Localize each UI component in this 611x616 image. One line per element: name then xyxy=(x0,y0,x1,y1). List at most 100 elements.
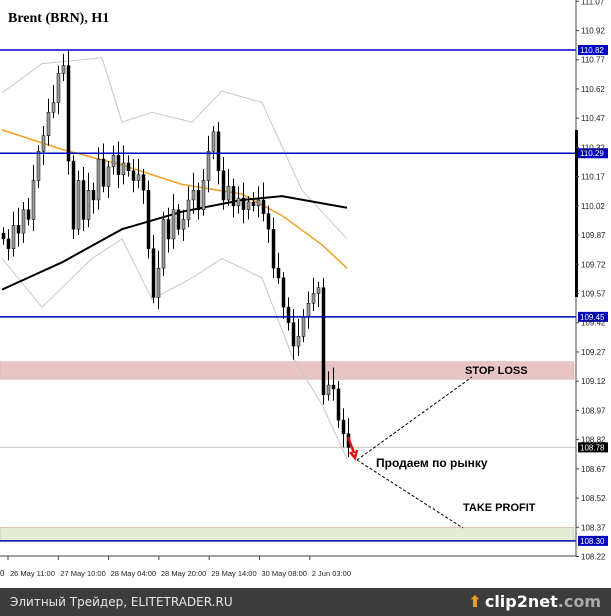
candle xyxy=(261,182,266,222)
candle-body xyxy=(106,166,111,187)
candle-body xyxy=(316,287,321,294)
candle xyxy=(106,161,111,199)
candle xyxy=(86,172,91,228)
level-price-label: 110.82 xyxy=(580,46,604,55)
candle xyxy=(61,53,66,82)
candle xyxy=(81,166,86,232)
candle-body xyxy=(166,219,171,240)
y-tick-label: 108.97 xyxy=(581,406,606,415)
candle xyxy=(336,381,341,428)
candle-body xyxy=(141,174,146,191)
y-tick-label: 110.17 xyxy=(581,173,605,182)
candle xyxy=(41,125,46,165)
candle-body xyxy=(281,277,286,308)
candle-body xyxy=(286,306,291,323)
candle xyxy=(96,147,101,210)
candle xyxy=(56,65,61,115)
candle-body xyxy=(156,267,161,298)
candle xyxy=(341,408,346,448)
candle xyxy=(136,159,141,189)
y-tick-label: 109.87 xyxy=(581,231,606,240)
y-tick-label: 111.07 xyxy=(581,0,605,6)
upload-arrow-icon: ⬆ xyxy=(468,592,482,611)
candle-body xyxy=(61,65,66,74)
candle-body xyxy=(151,248,156,298)
candle xyxy=(266,205,271,243)
candle-body xyxy=(176,209,181,230)
candle-body xyxy=(101,158,106,187)
y-tick-label: 110.92 xyxy=(581,27,605,36)
y-tick-label: 108.67 xyxy=(581,465,606,474)
candle xyxy=(51,85,56,119)
candle-body xyxy=(116,154,121,175)
candle-body xyxy=(276,267,281,279)
candle-body xyxy=(216,131,221,172)
candle xyxy=(276,252,281,284)
candle-body xyxy=(321,287,326,396)
candle xyxy=(281,272,286,319)
level-price-label: 108.30 xyxy=(580,537,605,546)
candle-body xyxy=(11,225,16,249)
sell-at-market-label: Продаем по рынку xyxy=(376,456,488,470)
candle xyxy=(316,281,321,308)
candle-body xyxy=(171,209,176,240)
candle-body xyxy=(266,213,271,230)
candle-body xyxy=(36,151,41,181)
candle xyxy=(251,192,256,212)
candle xyxy=(91,182,96,214)
candle-body xyxy=(256,199,261,207)
candle-body xyxy=(241,197,246,210)
candle-body xyxy=(21,209,26,234)
candle-body xyxy=(306,302,311,318)
candle xyxy=(21,201,26,243)
candle xyxy=(141,168,146,204)
candle xyxy=(311,277,316,312)
x-tick-label: 2 Jun 03:00 xyxy=(312,569,351,578)
candle-body xyxy=(161,219,166,269)
candle xyxy=(206,135,211,193)
candle xyxy=(156,250,161,310)
candle xyxy=(171,194,176,249)
candle xyxy=(16,207,21,247)
candle xyxy=(6,229,11,261)
take-profit-label: TAKE PROFIT xyxy=(463,502,536,514)
logo-suffix: .com xyxy=(557,592,601,611)
candle-body xyxy=(81,180,86,220)
x-tick-label: 26 May 11:00 xyxy=(10,569,55,578)
candle-body xyxy=(296,336,301,347)
candle-body xyxy=(41,135,46,152)
y-tick-label: 108.52 xyxy=(581,494,606,503)
candle xyxy=(71,155,76,239)
candle-body xyxy=(111,154,116,168)
candle-body xyxy=(301,316,306,337)
candle xyxy=(306,291,311,329)
candle-body xyxy=(271,228,276,269)
y-tick-label: 110.32 xyxy=(581,143,605,152)
candle-body xyxy=(196,190,201,210)
x-tick-label: 30 May 08:00 xyxy=(262,569,307,578)
candle-body xyxy=(76,180,81,230)
candle-body xyxy=(331,384,336,390)
candle-body xyxy=(236,197,241,207)
y-tick-label: 108.37 xyxy=(581,523,606,532)
candle-body xyxy=(121,162,126,175)
candle xyxy=(226,168,231,206)
chart-title: Brent (BRN), H1 xyxy=(8,11,109,26)
footer: Элитный Трейдер, ELITETRADER.RU ⬆ clip2ne… xyxy=(0,588,611,616)
y-tick-label: 109.57 xyxy=(581,290,606,299)
candle-body xyxy=(16,225,21,234)
clip2net-logo: ⬆ clip2net.com xyxy=(468,592,601,611)
candle xyxy=(121,145,126,185)
candle xyxy=(31,164,36,232)
candle-body xyxy=(51,102,56,113)
y-tick-label: 110.47 xyxy=(581,114,605,123)
candle xyxy=(221,157,226,210)
y-tick-label: 109.72 xyxy=(581,260,606,269)
y-tick-label: 110.62 xyxy=(581,85,605,94)
candle-body xyxy=(1,232,6,240)
candle-body xyxy=(201,180,206,210)
candle xyxy=(146,180,151,259)
y-tick-label: 109.27 xyxy=(581,348,606,357)
x-tick-label: 27 May 10:00 xyxy=(60,569,105,578)
candle xyxy=(181,209,186,241)
